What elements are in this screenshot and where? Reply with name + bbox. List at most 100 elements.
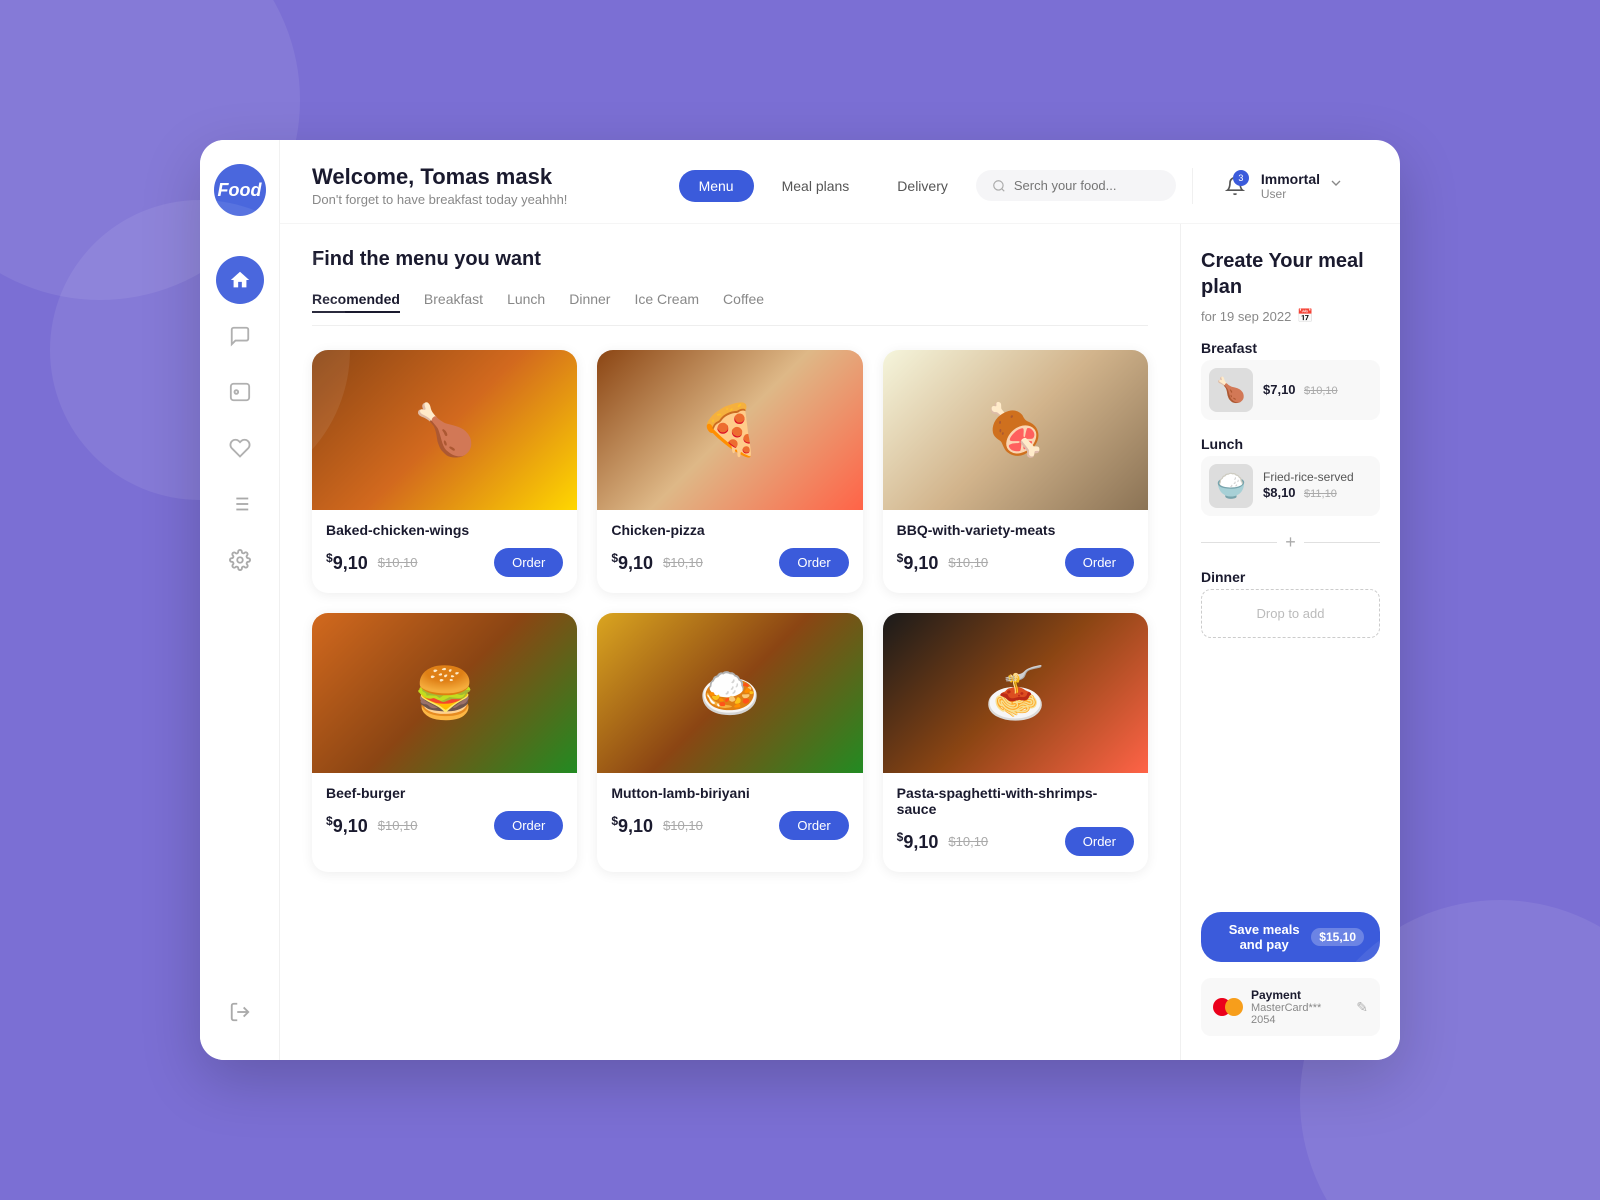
food-name-0: Baked-chicken-wings [326, 522, 563, 538]
dinner-section: Dinner Drop to add [1201, 569, 1380, 638]
user-name: Immortal [1261, 171, 1320, 187]
sidebar-item-settings[interactable] [216, 536, 264, 584]
welcome-subtitle: Don't forget to have breakfast today yea… [312, 192, 663, 207]
food-card-info-1: Chicken-pizza $9,10 $10,10 Order [597, 510, 862, 577]
food-card-info-5: Pasta-spaghetti-with-shrimps-sauce $9,10… [883, 773, 1148, 856]
filter-tab-coffee[interactable]: Coffee [723, 291, 764, 313]
food-card-3: 🍔 Beef-burger $9,10 $10,10 Order [312, 613, 577, 872]
app-container: Food [200, 140, 1400, 1060]
food-img-placeholder-0: 🍗 [312, 350, 577, 510]
save-price: $15,10 [1311, 928, 1364, 946]
save-label: Save meals and pay [1217, 922, 1311, 952]
food-card-img-0: 🍗 [312, 350, 577, 510]
food-img-placeholder-5: 🍝 [883, 613, 1148, 773]
food-card-info-0: Baked-chicken-wings $9,10 $10,10 Order [312, 510, 577, 577]
order-button-0[interactable]: Order [494, 548, 563, 577]
dinner-label: Dinner [1201, 569, 1380, 585]
user-role: User [1261, 187, 1320, 201]
lunch-section: Lunch 🍚 Fried-rice-served $8,10 $11,10 [1201, 436, 1380, 516]
calendar-icon: 📅 [1297, 308, 1313, 324]
filter-tab-ice-cream[interactable]: Ice Cream [634, 291, 699, 313]
food-price-row-3: $9,10 $10,10 Order [326, 811, 563, 840]
food-card-4: 🍛 Mutton-lamb-biriyani $9,10 $10,10 Orde… [597, 613, 862, 872]
lunch-price: $8,10 [1263, 485, 1296, 500]
sidebar-logout[interactable] [216, 988, 264, 1036]
food-card-info-2: BBQ-with-variety-meats $9,10 $10,10 Orde… [883, 510, 1148, 577]
lunch-thumb: 🍚 [1209, 464, 1253, 508]
breakfast-old-price: $10,10 [1304, 385, 1338, 397]
meal-plan-title: Create Your meal plan [1201, 248, 1380, 300]
lunch-label: Lunch [1201, 436, 1380, 452]
meal-plan-date-text: for 19 sep 2022 [1201, 309, 1291, 324]
food-name-2: BBQ-with-variety-meats [897, 522, 1134, 538]
food-card-img-3: 🍔 [312, 613, 577, 773]
order-button-4[interactable]: Order [779, 811, 848, 840]
food-card-info-3: Beef-burger $9,10 $10,10 Order [312, 773, 577, 840]
search-bar [976, 170, 1176, 201]
content-area: Find the menu you want Recomended Breakf… [280, 224, 1400, 1060]
food-img-placeholder-1: 🍕 [597, 350, 862, 510]
food-name-4: Mutton-lamb-biriyani [611, 785, 848, 801]
save-meals-button[interactable]: Save meals and pay $15,10 [1201, 912, 1380, 962]
food-price-row-0: $9,10 $10,10 Order [326, 548, 563, 577]
order-button-2[interactable]: Order [1065, 548, 1134, 577]
food-old-price-1: $10,10 [663, 555, 703, 570]
food-price-3: $9,10 [326, 814, 368, 837]
header-title-area: Welcome, Tomas mask Don't forget to have… [312, 164, 663, 207]
filter-tab-breakfast[interactable]: Breakfast [424, 291, 483, 313]
user-area: 3 Immortal User [1192, 168, 1368, 204]
user-info: Immortal User [1261, 171, 1320, 201]
food-card-img-4: 🍛 [597, 613, 862, 773]
food-name-3: Beef-burger [326, 785, 563, 801]
food-price-2: $9,10 [897, 551, 939, 574]
order-button-5[interactable]: Order [1065, 827, 1134, 856]
food-price-row-2: $9,10 $10,10 Order [897, 548, 1134, 577]
food-price-row-4: $9,10 $10,10 Order [611, 811, 848, 840]
menu-nav-button[interactable]: Menu [679, 170, 754, 202]
drop-to-add[interactable]: Drop to add [1201, 589, 1380, 638]
food-card-5: 🍝 Pasta-spaghetti-with-shrimps-sauce $9,… [883, 613, 1148, 872]
notification-button[interactable]: 3 [1217, 168, 1253, 204]
food-card-info-4: Mutton-lamb-biriyani $9,10 $10,10 Order [597, 773, 862, 840]
order-button-1[interactable]: Order [779, 548, 848, 577]
food-grid: 🍗 Baked-chicken-wings $9,10 $10,10 Order [312, 350, 1148, 872]
order-button-3[interactable]: Order [494, 811, 563, 840]
breakfast-thumb: 🍗 [1209, 368, 1253, 412]
mastercard-icon [1213, 998, 1243, 1016]
food-old-price-4: $10,10 [663, 818, 703, 833]
header-nav: Menu Meal plans Delivery [679, 170, 1176, 202]
delivery-nav-button[interactable]: Delivery [877, 170, 968, 202]
food-price-4: $9,10 [611, 814, 653, 837]
food-img-placeholder-4: 🍛 [597, 613, 862, 773]
welcome-title: Welcome, Tomas mask [312, 164, 663, 190]
search-icon [992, 179, 1006, 193]
lunch-item: 🍚 Fried-rice-served $8,10 $11,10 [1201, 456, 1380, 516]
breakfast-item: 🍗 $7,10 $10,10 [1201, 360, 1380, 420]
filter-tabs: Recomended Breakfast Lunch Dinner Ice Cr… [312, 291, 1148, 326]
lunch-name: Fried-rice-served [1263, 470, 1354, 484]
header: Welcome, Tomas mask Don't forget to have… [280, 140, 1400, 224]
food-card-0: 🍗 Baked-chicken-wings $9,10 $10,10 Order [312, 350, 577, 593]
meal-plans-nav-button[interactable]: Meal plans [762, 170, 870, 202]
search-input[interactable] [1014, 178, 1154, 193]
food-old-price-5: $10,10 [948, 834, 988, 849]
breakfast-label: Breafast [1201, 340, 1380, 356]
plus-icon: + [1285, 532, 1296, 553]
food-price-row-1: $9,10 $10,10 Order [611, 548, 848, 577]
breakfast-section: Breafast 🍗 $7,10 $10,10 [1201, 340, 1380, 420]
section-title: Find the menu you want [312, 248, 1148, 271]
food-price-1: $9,10 [611, 551, 653, 574]
food-card-img-1: 🍕 [597, 350, 862, 510]
notification-badge: 3 [1233, 170, 1249, 186]
mc-orange-circle [1225, 998, 1243, 1016]
filter-tab-lunch[interactable]: Lunch [507, 291, 545, 313]
food-card-img-5: 🍝 [883, 613, 1148, 773]
filter-tab-dinner[interactable]: Dinner [569, 291, 610, 313]
food-old-price-0: $10,10 [378, 555, 418, 570]
food-price-5: $9,10 [897, 830, 939, 853]
user-dropdown-button[interactable] [1328, 175, 1344, 196]
breakfast-price: $7,10 [1263, 382, 1296, 397]
food-old-price-2: $10,10 [948, 555, 988, 570]
main-content: Welcome, Tomas mask Don't forget to have… [280, 140, 1400, 1060]
menu-section: Find the menu you want Recomended Breakf… [280, 224, 1180, 1060]
